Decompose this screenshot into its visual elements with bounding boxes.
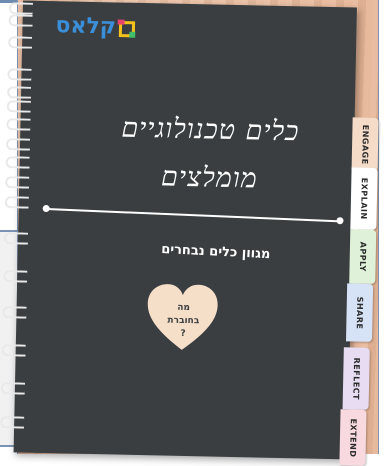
spiral-ring <box>5 156 30 169</box>
spiral-ring <box>6 100 31 113</box>
spiral-ring <box>1 344 26 357</box>
spiral-ring <box>8 2 33 15</box>
divider-line <box>46 208 341 223</box>
cover-subtitle: מגוון כלים נבחרים <box>160 242 271 263</box>
spiral-ring <box>6 118 31 131</box>
spiral-ring <box>6 86 32 99</box>
cover-title-line2: מומלצים <box>160 161 258 195</box>
heart-caption: מה בחוברת ? <box>146 301 221 342</box>
spiral-ring <box>8 36 33 49</box>
cover-title-line1: כלים טכנולוגיים <box>121 112 300 148</box>
tab-engage[interactable]: ENGAGE <box>351 117 379 172</box>
tab-reflect-label: REFLECT <box>351 357 362 400</box>
logo-mark-icon <box>118 18 136 38</box>
spiral-ring <box>0 416 25 429</box>
spiral-ring <box>5 138 31 151</box>
spiral-ring <box>7 68 32 81</box>
tab-reflect[interactable]: REFLECT <box>342 347 370 410</box>
tab-share-label: SHARE <box>354 296 365 330</box>
tab-extend[interactable]: EXTEND <box>339 409 367 466</box>
tab-engage-label: ENGAGE <box>360 124 371 165</box>
tab-explain-label: EXPLAIN <box>359 177 369 220</box>
heart-line3: ? <box>180 328 186 339</box>
notebook-cover: ENGAGE EXPLAIN APPLY SHARE REFLECT EXTEN… <box>0 0 379 466</box>
spiral-ring <box>0 382 26 395</box>
tab-explain[interactable]: EXPLAIN <box>350 167 378 230</box>
divider-dot-right <box>336 217 344 225</box>
klass-logo: קלאס <box>55 13 136 40</box>
spiral-ring <box>3 232 29 245</box>
spiral-ring <box>4 196 29 209</box>
tab-share[interactable]: SHARE <box>345 283 374 342</box>
spiral-ring <box>5 176 30 189</box>
logo-text: קלאס <box>55 13 117 40</box>
spiral-ring <box>8 14 33 27</box>
spiral-ring <box>3 270 28 283</box>
tab-extend-label: EXTEND <box>348 417 358 458</box>
tab-apply[interactable]: APPLY <box>349 229 377 284</box>
right-frame-panel <box>378 0 385 454</box>
tab-apply-label: APPLY <box>357 241 368 272</box>
spiral-ring <box>2 306 27 319</box>
